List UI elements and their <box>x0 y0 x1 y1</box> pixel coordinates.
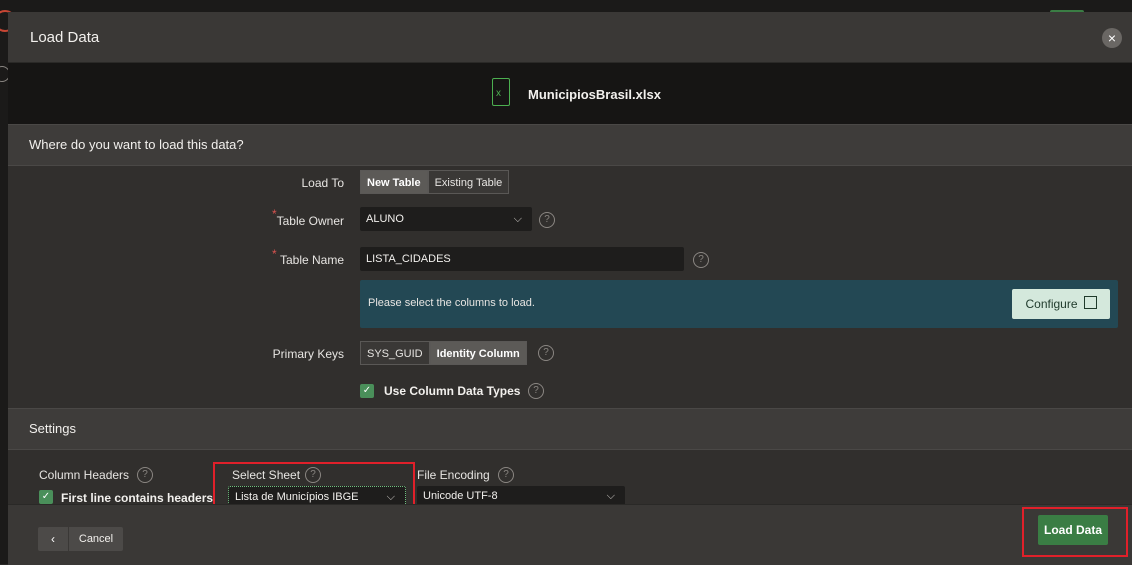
first-line-headers-checkbox[interactable]: ✓ <box>39 490 53 504</box>
table-owner-label: Table Owner <box>276 214 344 228</box>
use-column-types-checkbox[interactable]: ✓ <box>360 384 374 398</box>
help-icon[interactable]: ? <box>528 383 544 399</box>
identity-column-option[interactable]: Identity Column <box>429 341 527 365</box>
load-section-heading: Where do you want to load this data? <box>29 137 244 152</box>
table-name-label: Table Name <box>279 253 344 267</box>
file-encoding-label: File Encoding <box>417 468 490 482</box>
primary-keys-label: Primary Keys <box>272 347 344 361</box>
external-link-icon <box>1083 296 1097 309</box>
help-icon[interactable]: ? <box>539 212 555 228</box>
first-line-headers-label: First line contains headers <box>61 491 214 505</box>
dialog-title: Load Data <box>30 29 100 46</box>
primary-keys-toggle: SYS_GUID Identity Column <box>360 341 527 365</box>
select-sheet-value: Lista de Municípios IBGE <box>235 491 359 503</box>
existing-table-option[interactable]: Existing Table <box>427 170 510 194</box>
load-section-header: Where do you want to load this data? <box>8 124 1132 166</box>
columns-info-banner: Please select the columns to load. Confi… <box>360 280 1118 328</box>
excel-file-icon <box>492 78 510 106</box>
file-encoding-select[interactable]: Unicode UTF-8 ⌵ <box>417 486 625 506</box>
cancel-button[interactable]: Cancel <box>69 527 123 551</box>
file-encoding-value: Unicode UTF-8 <box>423 490 498 502</box>
dialog-titlebar: Load Data × <box>8 12 1132 63</box>
table-name-input[interactable]: LISTA_CIDADES <box>360 247 684 271</box>
column-headers-label: Column Headers <box>39 468 130 482</box>
background-app-sidebar <box>0 0 8 564</box>
table-owner-value: ALUNO <box>366 213 404 225</box>
columns-info-text: Please select the columns to load. <box>368 297 535 309</box>
load-data-dialog: Load Data × MunicipiosBrasil.xlsx Where … <box>8 12 1132 565</box>
help-icon[interactable]: ? <box>305 467 321 483</box>
help-icon[interactable]: ? <box>137 467 153 483</box>
load-to-label: Load To <box>301 176 345 190</box>
new-table-option[interactable]: New Table <box>360 170 428 194</box>
background-app-header <box>0 0 1132 12</box>
table-name-value: LISTA_CIDADES <box>366 253 451 265</box>
settings-heading: Settings <box>29 421 76 436</box>
dialog-footer: ‹ Cancel <box>8 504 1132 565</box>
help-icon[interactable]: ? <box>498 467 514 483</box>
close-icon[interactable]: × <box>1102 28 1122 48</box>
load-to-toggle: New Table Existing Table <box>360 170 510 194</box>
load-data-button[interactable]: Load Data <box>1038 515 1108 545</box>
help-icon[interactable]: ? <box>693 252 709 268</box>
file-banner: MunicipiosBrasil.xlsx <box>8 63 1132 124</box>
sys-guid-option[interactable]: SYS_GUID <box>360 341 430 365</box>
help-icon[interactable]: ? <box>538 345 554 361</box>
select-sheet-select[interactable]: Lista de Municípios IBGE ⌵ <box>228 486 406 506</box>
configure-label: Configure <box>1025 297 1078 311</box>
use-column-types-label: Use Column Data Types <box>384 384 521 398</box>
table-owner-select[interactable]: ALUNO ⌵ <box>360 207 532 231</box>
chevron-down-icon: ⌵ <box>606 490 615 502</box>
settings-section-header: Settings <box>8 408 1132 450</box>
chevron-down-icon: ⌵ <box>513 213 522 225</box>
configure-button[interactable]: Configure <box>1012 289 1110 319</box>
file-name: MunicipiosBrasil.xlsx <box>528 87 661 102</box>
select-sheet-label: Select Sheet <box>232 468 301 482</box>
back-button[interactable]: ‹ <box>38 527 68 551</box>
